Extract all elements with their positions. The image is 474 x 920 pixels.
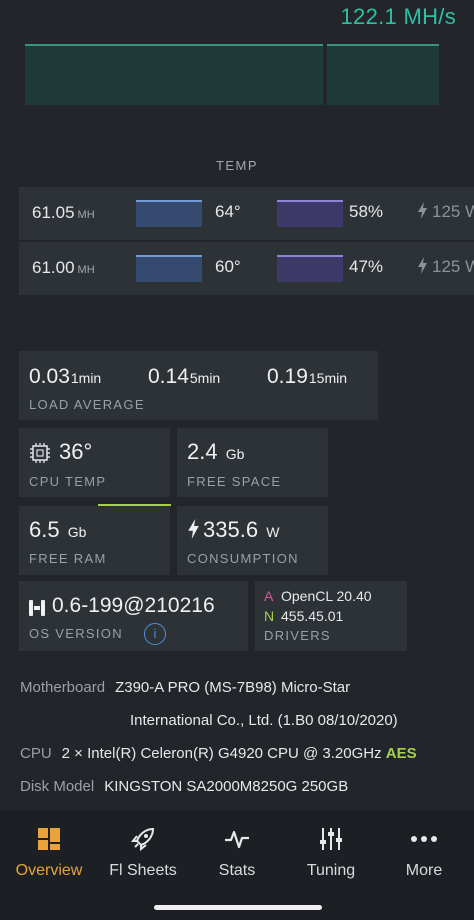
gpu-fan: 58% [349,202,384,221]
gpu-hashrate: 61.05 MH [32,203,95,222]
gpu-temp-sparkline [136,255,202,282]
tab-overview[interactable]: Overview [2,826,96,880]
free-ram-card: 6.5 Gb FREE RAM [19,506,170,575]
tab-label: Overview [15,862,83,879]
bolt-icon [418,257,427,274]
gpu-hashrate: 61.00 MH [32,258,95,277]
bolt-icon [418,202,427,219]
cpu-info: CPU 2 × Intel(R) Celeron(R) G4920 CPU @ 3… [20,745,417,762]
drivers-label: DRIVERS [264,628,331,643]
pulse-icon [225,830,249,849]
amd-driver: A OpenCL 20.40 [264,588,372,604]
cpu-chip-icon [30,443,50,463]
os-version-card: 0.6-199@210216 OS VERSION [19,581,248,651]
os-version-label: OS VERSION [29,626,123,641]
free-ram-label: FREE RAM [29,551,107,566]
cpu-temp-value: 36° [59,439,93,464]
consumption-card: 335.6 W CONSUMPTION [177,506,328,575]
drivers-card: A OpenCL 20.40 N 455.45.01 DRIVERS [255,581,407,651]
load-average-5min: 0.145min [148,365,221,388]
overview-icon [38,828,60,850]
load-average-label: LOAD AVERAGE [29,397,145,412]
load-average-card: 0.031min 0.145min 0.1915min LOAD AVERAGE [19,351,378,420]
free-space-label: FREE SPACE [187,474,282,489]
home-indicator[interactable] [154,905,322,910]
nvidia-driver: N 455.45.01 [264,608,344,624]
bottom-tab-bar: Overview Fl Sheets Stats Tuning More [0,810,474,920]
sliders-icon [320,828,342,850]
hashrate-chart [25,44,439,105]
motherboard-info: Motherboard Z390-A PRO (MS-7B98) Micro-St… [20,679,351,696]
consumption-label: CONSUMPTION [187,551,299,566]
gpu-row[interactable]: 61.00 MH 60° 47% 125 W [19,242,474,295]
free-space-value: 2.4 Gb [187,439,245,464]
more-dots-icon [411,836,437,842]
gpu-temp-header: TEMP [215,158,259,173]
tab-label: Stats [218,862,256,879]
free-ram-value: 6.5 Gb [29,517,87,542]
tab-tuning[interactable]: Tuning [284,826,378,880]
os-version-value: 0.6-199@210216 [52,594,215,617]
motherboard-info-cont: International Co., Ltd. (1.B0 08/10/2020… [130,712,398,729]
tab-label: Fl Sheets [109,862,177,879]
total-hashrate: 122.1 MH/s [340,4,456,29]
tab-label: Tuning [306,862,356,879]
gpu-temp: 64° [215,202,241,221]
tab-label: More [405,862,443,879]
consumption-value: 335.6 W [187,517,279,543]
cpu-temp-label: CPU TEMP [29,474,107,489]
load-average-15min: 0.1915min [267,365,348,388]
gpu-fan: 47% [349,257,384,276]
disk-info: Disk Model KINGSTON SA2000M8250G 250GB [20,778,349,795]
tab-stats[interactable]: Stats [190,826,284,880]
rocket-icon [130,827,155,852]
hive-logo-icon [29,600,45,616]
gpu-fan-sparkline [277,200,343,227]
gpu-fan-sparkline [277,255,343,282]
gpu-temp: 60° [215,257,241,276]
hashrate-chart-panel [327,44,439,105]
bolt-icon [188,519,199,539]
hashrate-chart-panel [25,44,323,105]
gpu-power: 125 W [417,257,474,277]
info-icon[interactable]: i [144,623,166,645]
load-average-1min: 0.031min [29,365,102,388]
tab-fl-sheets[interactable]: Fl Sheets [96,826,190,880]
gpu-row[interactable]: 61.05 MH 64° 58% 125 W [19,187,474,240]
cpu-temp-card: 36° CPU TEMP [19,428,170,497]
tab-more[interactable]: More [377,826,471,880]
free-space-card: 2.4 Gb FREE SPACE [177,428,328,497]
gpu-power: 125 W [417,202,474,222]
gpu-temp-sparkline [136,200,202,227]
